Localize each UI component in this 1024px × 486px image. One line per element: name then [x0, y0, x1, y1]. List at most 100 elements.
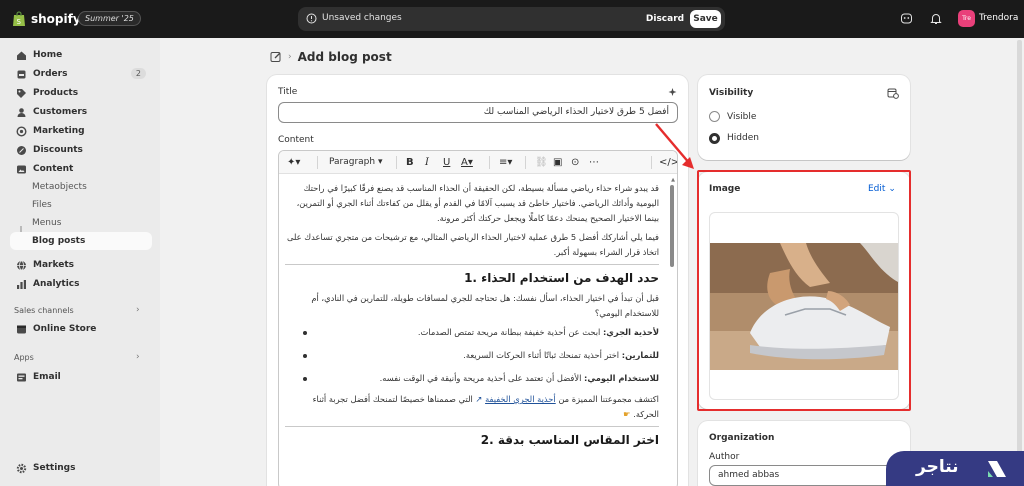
author-input[interactable]: ahmed abbas — [709, 465, 899, 486]
sidekick-icon[interactable] — [900, 12, 913, 25]
sidebar-item-marketing[interactable]: Marketing — [10, 122, 152, 140]
sidebar-item-files[interactable]: Files — [10, 196, 152, 214]
list-item-bold: لأحذية الجري: — [602, 327, 659, 337]
sidebar-label: Marketing — [33, 126, 85, 136]
list-item: لأحذية الجري: ابحث عن أحذية خفيفة ببطانة… — [285, 325, 659, 340]
store-avatar[interactable]: Tre — [958, 10, 975, 27]
organization-label: Organization — [709, 433, 775, 443]
sidebar-label: Settings — [33, 463, 76, 473]
video-icon[interactable]: ⊙ — [571, 155, 579, 170]
tag-icon — [17, 88, 26, 98]
list-item: للتمارين: اختر أحذية تمنحك ثباتًا أثناء … — [285, 348, 659, 363]
bell-icon[interactable] — [930, 12, 942, 25]
store-name[interactable]: Trendora — [979, 13, 1018, 23]
sidebar-label: Content — [33, 164, 74, 174]
underline-icon[interactable]: U — [443, 155, 450, 170]
hidden-radio[interactable] — [709, 133, 720, 144]
ai-sparkle-icon[interactable]: ✦▾ — [287, 155, 300, 170]
discard-button[interactable]: Discard — [645, 10, 685, 28]
store-icon — [17, 325, 26, 333]
toolbar-divider — [489, 156, 490, 169]
app-name: shopify — [31, 12, 81, 26]
gear-icon — [16, 463, 27, 473]
heading: حدد الهدف من استخدام الحذاء .1 — [464, 271, 659, 285]
sidebar-label: Online Store — [33, 324, 97, 334]
annotation-arrow-icon — [655, 123, 694, 169]
sidebar-label: Orders — [33, 69, 68, 79]
list-item-text: الأفضل أن تعتمد على أحذية مريحة وأنيقة ف… — [379, 373, 585, 383]
bullet-icon — [303, 377, 307, 381]
text-color-icon[interactable]: A▾ — [461, 155, 473, 170]
more-icon[interactable]: ⋯ — [589, 155, 599, 170]
heading: اختر المقاس المناسب بدقة .2 — [480, 433, 659, 447]
chevron-right-icon[interactable]: › — [136, 305, 140, 315]
sidebar: Home Orders 2 Products Customers Marketi… — [0, 38, 160, 486]
toolbar-divider — [317, 156, 318, 169]
sidebar-item-customers[interactable]: Customers — [10, 103, 152, 121]
italic-icon[interactable]: I — [425, 155, 429, 170]
sidebar-item-analytics[interactable]: Analytics — [10, 275, 152, 293]
sidebar-item-products[interactable]: Products — [10, 84, 152, 102]
globe-icon — [17, 260, 26, 270]
product-link[interactable]: أحذية الجري الخفيفة — [485, 394, 556, 404]
target-icon — [16, 125, 27, 137]
sidebar-label: Markets — [33, 260, 74, 270]
sidebar-item-email[interactable]: Email — [10, 368, 152, 386]
shopify-logo[interactable]: S shopify — [12, 11, 81, 27]
calendar-schedule-icon[interactable] — [887, 87, 899, 99]
breadcrumb-chevron-icon: › — [288, 52, 292, 62]
paragraph: قد يبدو شراء حذاء رياضي مسألة بسيطة، لكن… — [296, 183, 659, 223]
divider — [285, 426, 659, 427]
sidebar-label: Home — [33, 50, 63, 60]
bullet-list: لأحذية الجري: ابحث عن أحذية خفيفة ببطانة… — [285, 325, 659, 386]
hidden-radio-label: Hidden — [727, 133, 759, 143]
sidebar-item-menus[interactable]: Menus — [10, 214, 152, 232]
toolbar-divider — [525, 156, 526, 169]
post-card: Title أفضل 5 طرق لاختيار الحذاء الرياضي … — [267, 75, 688, 486]
image-icon[interactable]: ▣ — [553, 155, 562, 170]
external-link-icon: ↗ — [475, 394, 483, 404]
visible-radio-label: Visible — [727, 112, 757, 122]
scroll-up-arrow-icon[interactable]: ▲ — [671, 177, 675, 183]
sidebar-item-content[interactable]: Content — [10, 160, 152, 178]
shopify-bag-icon: S — [13, 11, 25, 26]
brand-watermark-text: نتاجر — [916, 457, 959, 477]
sidebar-item-settings[interactable]: Settings — [10, 459, 152, 477]
list-item-text: ابحث عن أحذية خفيفة ببطانة مريحة تمتص ال… — [417, 327, 603, 337]
edition-badge[interactable]: Summer '25 — [78, 11, 141, 26]
brand-logo-icon — [988, 461, 1006, 477]
paragraph: قبل أن تبدأ في اختيار الحذاء، اسأل نفسك:… — [311, 293, 659, 318]
sidebar-item-online-store[interactable]: Online Store — [10, 320, 152, 338]
link-icon[interactable]: ⛓ — [535, 155, 548, 170]
sidebar-label: Menus — [32, 218, 62, 228]
ai-sparkle-icon[interactable] — [667, 87, 678, 98]
visibility-label: Visibility — [709, 88, 754, 98]
sidebar-item-home[interactable]: Home — [10, 46, 152, 64]
page-scrollbar[interactable] — [1017, 40, 1022, 480]
align-icon[interactable]: ≡▾ — [499, 155, 512, 170]
sidebar-item-metaobjects[interactable]: Metaobjects — [10, 178, 152, 196]
list-item: للاستخدام اليومي: الأفضل أن تعتمد على أح… — [285, 371, 659, 386]
list-item-bold: للتمارين: — [621, 350, 659, 360]
save-button[interactable]: Save — [690, 10, 721, 28]
title-input[interactable]: أفضل 5 طرق لاختيار الحذاء الرياضي المناس… — [278, 102, 678, 123]
pointing-hand-icon: ☛ — [623, 409, 631, 419]
paragraph-select[interactable]: Paragraph ▾ — [329, 155, 383, 170]
editor-content[interactable]: قد يبدو شراء حذاء رياضي مسألة بسيطة، لكن… — [279, 175, 671, 486]
sidebar-item-orders[interactable]: Orders 2 — [10, 65, 152, 83]
brand-watermark: نتاجر — [886, 451, 1024, 486]
unsaved-label: Unsaved changes — [322, 13, 402, 23]
sidebar-item-blog-posts[interactable]: Blog posts — [10, 232, 152, 250]
editor-scrollbar-thumb[interactable] — [670, 185, 674, 267]
visible-radio[interactable] — [709, 111, 720, 122]
paragraph: اكتشف مجموعتنا المميزة من أحذية الجري ال… — [285, 392, 659, 422]
sidebar-item-markets[interactable]: Markets — [10, 256, 152, 274]
sidebar-label: Metaobjects — [32, 182, 87, 192]
chevron-right-icon[interactable]: › — [136, 352, 140, 362]
sidebar-item-discounts[interactable]: Discounts — [10, 141, 152, 159]
bold-icon[interactable]: B — [406, 155, 414, 170]
blog-edit-icon[interactable] — [270, 51, 282, 63]
paragraph-select-label: Paragraph — [329, 157, 376, 167]
home-icon — [17, 51, 26, 60]
sidebar-label: Analytics — [33, 279, 80, 289]
